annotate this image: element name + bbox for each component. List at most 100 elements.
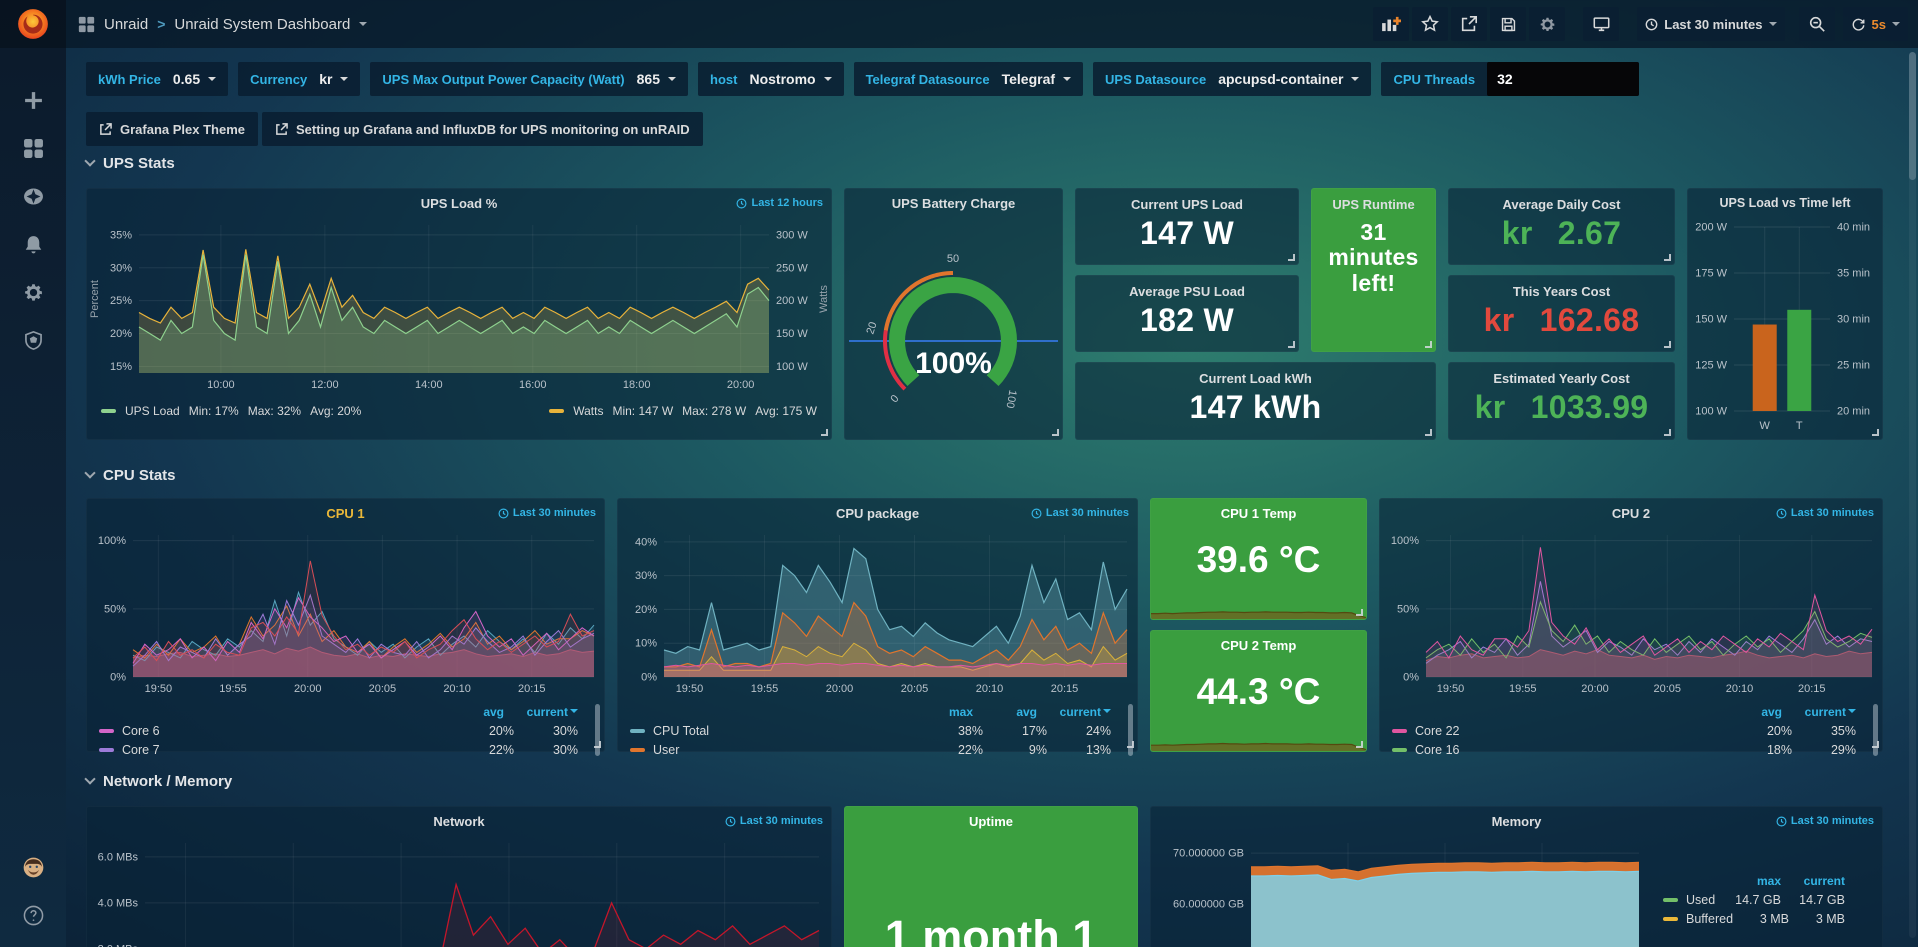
- dashboard-grid-icon[interactable]: [78, 16, 95, 33]
- variable-value[interactable]: 0.65: [173, 71, 228, 87]
- panel-time-range[interactable]: Last 30 minutes: [725, 815, 823, 827]
- panel-time-range[interactable]: Last 30 minutes: [498, 507, 596, 519]
- legend-scrollbar[interactable]: [1873, 704, 1878, 756]
- panel-title[interactable]: CPU 2: [1612, 506, 1650, 521]
- save-button[interactable]: [1490, 7, 1526, 41]
- resize-handle[interactable]: [594, 741, 601, 748]
- ups-load-chart[interactable]: 35%30%25%20%15%300 W250 W200 W150 W100 W…: [87, 217, 833, 393]
- sidebar-item-server-admin[interactable]: [0, 316, 66, 364]
- resize-handle[interactable]: [1425, 341, 1432, 348]
- variable-ups-datasource[interactable]: UPS Datasourceapcupsd-container: [1093, 62, 1371, 96]
- star-button[interactable]: [1412, 7, 1448, 41]
- resize-handle[interactable]: [1425, 429, 1432, 436]
- zoom-out-button[interactable]: [1799, 7, 1835, 41]
- cpu1-chart[interactable]: 100%50%0%19:5019:5520:0020:0520:1020:15: [87, 527, 606, 697]
- series-name[interactable]: Used: [1686, 893, 1717, 907]
- series-name[interactable]: CPU Total: [653, 724, 919, 738]
- series-name[interactable]: Buffered: [1686, 912, 1733, 926]
- chevron-down-icon[interactable]: [359, 22, 367, 30]
- dashboard-link[interactable]: Grafana Plex Theme: [86, 112, 258, 146]
- legend-column-current[interactable]: current: [1781, 874, 1845, 888]
- section-ups-stats[interactable]: UPS Stats: [86, 150, 1918, 176]
- panel-title[interactable]: CPU 1: [326, 506, 364, 521]
- panel-title[interactable]: UPS Load vs Time left: [1719, 196, 1850, 210]
- breadcrumb-folder[interactable]: Unraid: [104, 16, 148, 33]
- scrollbar-thumb[interactable]: [1909, 52, 1916, 180]
- resize-handle[interactable]: [1288, 254, 1295, 261]
- sidebar-item-alerting[interactable]: [0, 220, 66, 268]
- sidebar-item-create[interactable]: [0, 76, 66, 124]
- variable-kwh-price[interactable]: kWh Price0.65: [86, 62, 228, 96]
- resize-handle[interactable]: [1872, 741, 1879, 748]
- legend-column-current[interactable]: current: [1037, 705, 1101, 719]
- variable-telegraf-datasource[interactable]: Telegraf DatasourceTelegraf: [854, 62, 1083, 96]
- dashboard-link[interactable]: Setting up Grafana and InfluxDB for UPS …: [262, 112, 703, 146]
- resize-handle[interactable]: [1356, 609, 1363, 616]
- cpu2-chart[interactable]: 100%50%0%19:5019:5520:0020:0520:1020:15: [1380, 527, 1884, 697]
- resize-handle[interactable]: [1288, 341, 1295, 348]
- variable-currency[interactable]: Currencykr: [238, 62, 360, 96]
- series-name[interactable]: Core 6: [122, 724, 450, 738]
- panel-title[interactable]: Uptime: [969, 814, 1013, 829]
- refresh-picker[interactable]: 5s: [1843, 7, 1908, 41]
- legend-item-watts[interactable]: Watts Min: 147 W Max: 278 W Avg: 175 W: [549, 404, 817, 418]
- panel-title[interactable]: UPS Battery Charge: [892, 196, 1016, 211]
- resize-handle[interactable]: [1664, 254, 1671, 261]
- legend-scrollbar[interactable]: [595, 704, 600, 756]
- variable-cpu-threads[interactable]: CPU Threads: [1381, 62, 1639, 96]
- sidebar-item-configuration[interactable]: [0, 268, 66, 316]
- sidebar-item-help[interactable]: [0, 891, 66, 939]
- resize-handle[interactable]: [1356, 741, 1363, 748]
- legend-column-max[interactable]: max: [1717, 874, 1781, 888]
- variable-value[interactable]: Nostromo: [749, 71, 843, 87]
- variable-value[interactable]: apcupsd-container: [1218, 71, 1371, 87]
- variable-ups-max-output-power-capacity-watt-[interactable]: UPS Max Output Power Capacity (Watt)865: [370, 62, 688, 96]
- panel-time-range[interactable]: Last 30 minutes: [1776, 815, 1874, 827]
- series-name[interactable]: Core 7: [122, 743, 450, 757]
- resize-handle[interactable]: [821, 429, 828, 436]
- panel-time-range[interactable]: Last 12 hours: [736, 197, 823, 209]
- resize-handle[interactable]: [1664, 429, 1671, 436]
- variable-input-cpu-threads[interactable]: [1487, 62, 1639, 96]
- dashboard-settings-button[interactable]: [1529, 7, 1565, 41]
- legend-column-avg[interactable]: avg: [973, 705, 1037, 719]
- panel-title[interactable]: UPS Load %: [421, 196, 498, 211]
- legend-column-current[interactable]: current: [504, 705, 568, 719]
- page-title[interactable]: Unraid System Dashboard: [174, 16, 350, 33]
- panel-time-range[interactable]: Last 30 minutes: [1776, 507, 1874, 519]
- resize-handle[interactable]: [1664, 341, 1671, 348]
- resize-handle[interactable]: [1052, 429, 1059, 436]
- panel-title[interactable]: Network: [433, 814, 484, 829]
- memory-chart[interactable]: 70.000000 GB60.000000 GB50.000000 GB: [1151, 835, 1651, 947]
- variable-value[interactable]: kr: [319, 71, 360, 87]
- sidebar-item-explore[interactable]: [0, 172, 66, 220]
- resize-handle[interactable]: [1127, 741, 1134, 748]
- section-network-memory[interactable]: Network / Memory: [86, 768, 1918, 794]
- series-name[interactable]: Core 22: [1415, 724, 1728, 738]
- panel-title[interactable]: Memory: [1492, 814, 1542, 829]
- legend-scrollbar[interactable]: [1128, 704, 1133, 756]
- legend-column-max[interactable]: max: [909, 705, 973, 719]
- legend-column-avg[interactable]: avg: [1718, 705, 1782, 719]
- grafana-logo[interactable]: [0, 0, 66, 48]
- panel-title[interactable]: CPU package: [836, 506, 919, 521]
- panel-title[interactable]: CPU 2 Temp: [1221, 638, 1297, 653]
- cpu-package-chart[interactable]: 40%30%20%10%0%19:5019:5520:0020:0520:102…: [618, 527, 1139, 697]
- share-button[interactable]: [1451, 7, 1487, 41]
- variable-value[interactable]: Telegraf: [1002, 71, 1083, 87]
- variable-value[interactable]: 865: [637, 71, 688, 87]
- time-range-picker[interactable]: Last 30 minutes: [1637, 7, 1784, 41]
- legend-column-current[interactable]: current: [1782, 705, 1846, 719]
- variable-host[interactable]: hostNostromo: [698, 62, 844, 96]
- add-panel-button[interactable]: [1373, 7, 1409, 41]
- sidebar-item-profile[interactable]: [0, 843, 66, 891]
- series-name[interactable]: Core 16: [1415, 743, 1728, 757]
- panel-time-range[interactable]: Last 30 minutes: [1031, 507, 1129, 519]
- resize-handle[interactable]: [1872, 429, 1879, 436]
- sidebar-item-dashboards[interactable]: [0, 124, 66, 172]
- network-chart[interactable]: 6.0 MBs4.0 MBs2.0 MBs: [87, 835, 833, 947]
- cycle-view-button[interactable]: [1583, 7, 1619, 41]
- series-name[interactable]: User: [653, 743, 919, 757]
- legend-item-ups-load[interactable]: UPS Load Min: 17% Max: 32% Avg: 20%: [101, 404, 361, 418]
- panel-title[interactable]: CPU 1 Temp: [1221, 506, 1297, 521]
